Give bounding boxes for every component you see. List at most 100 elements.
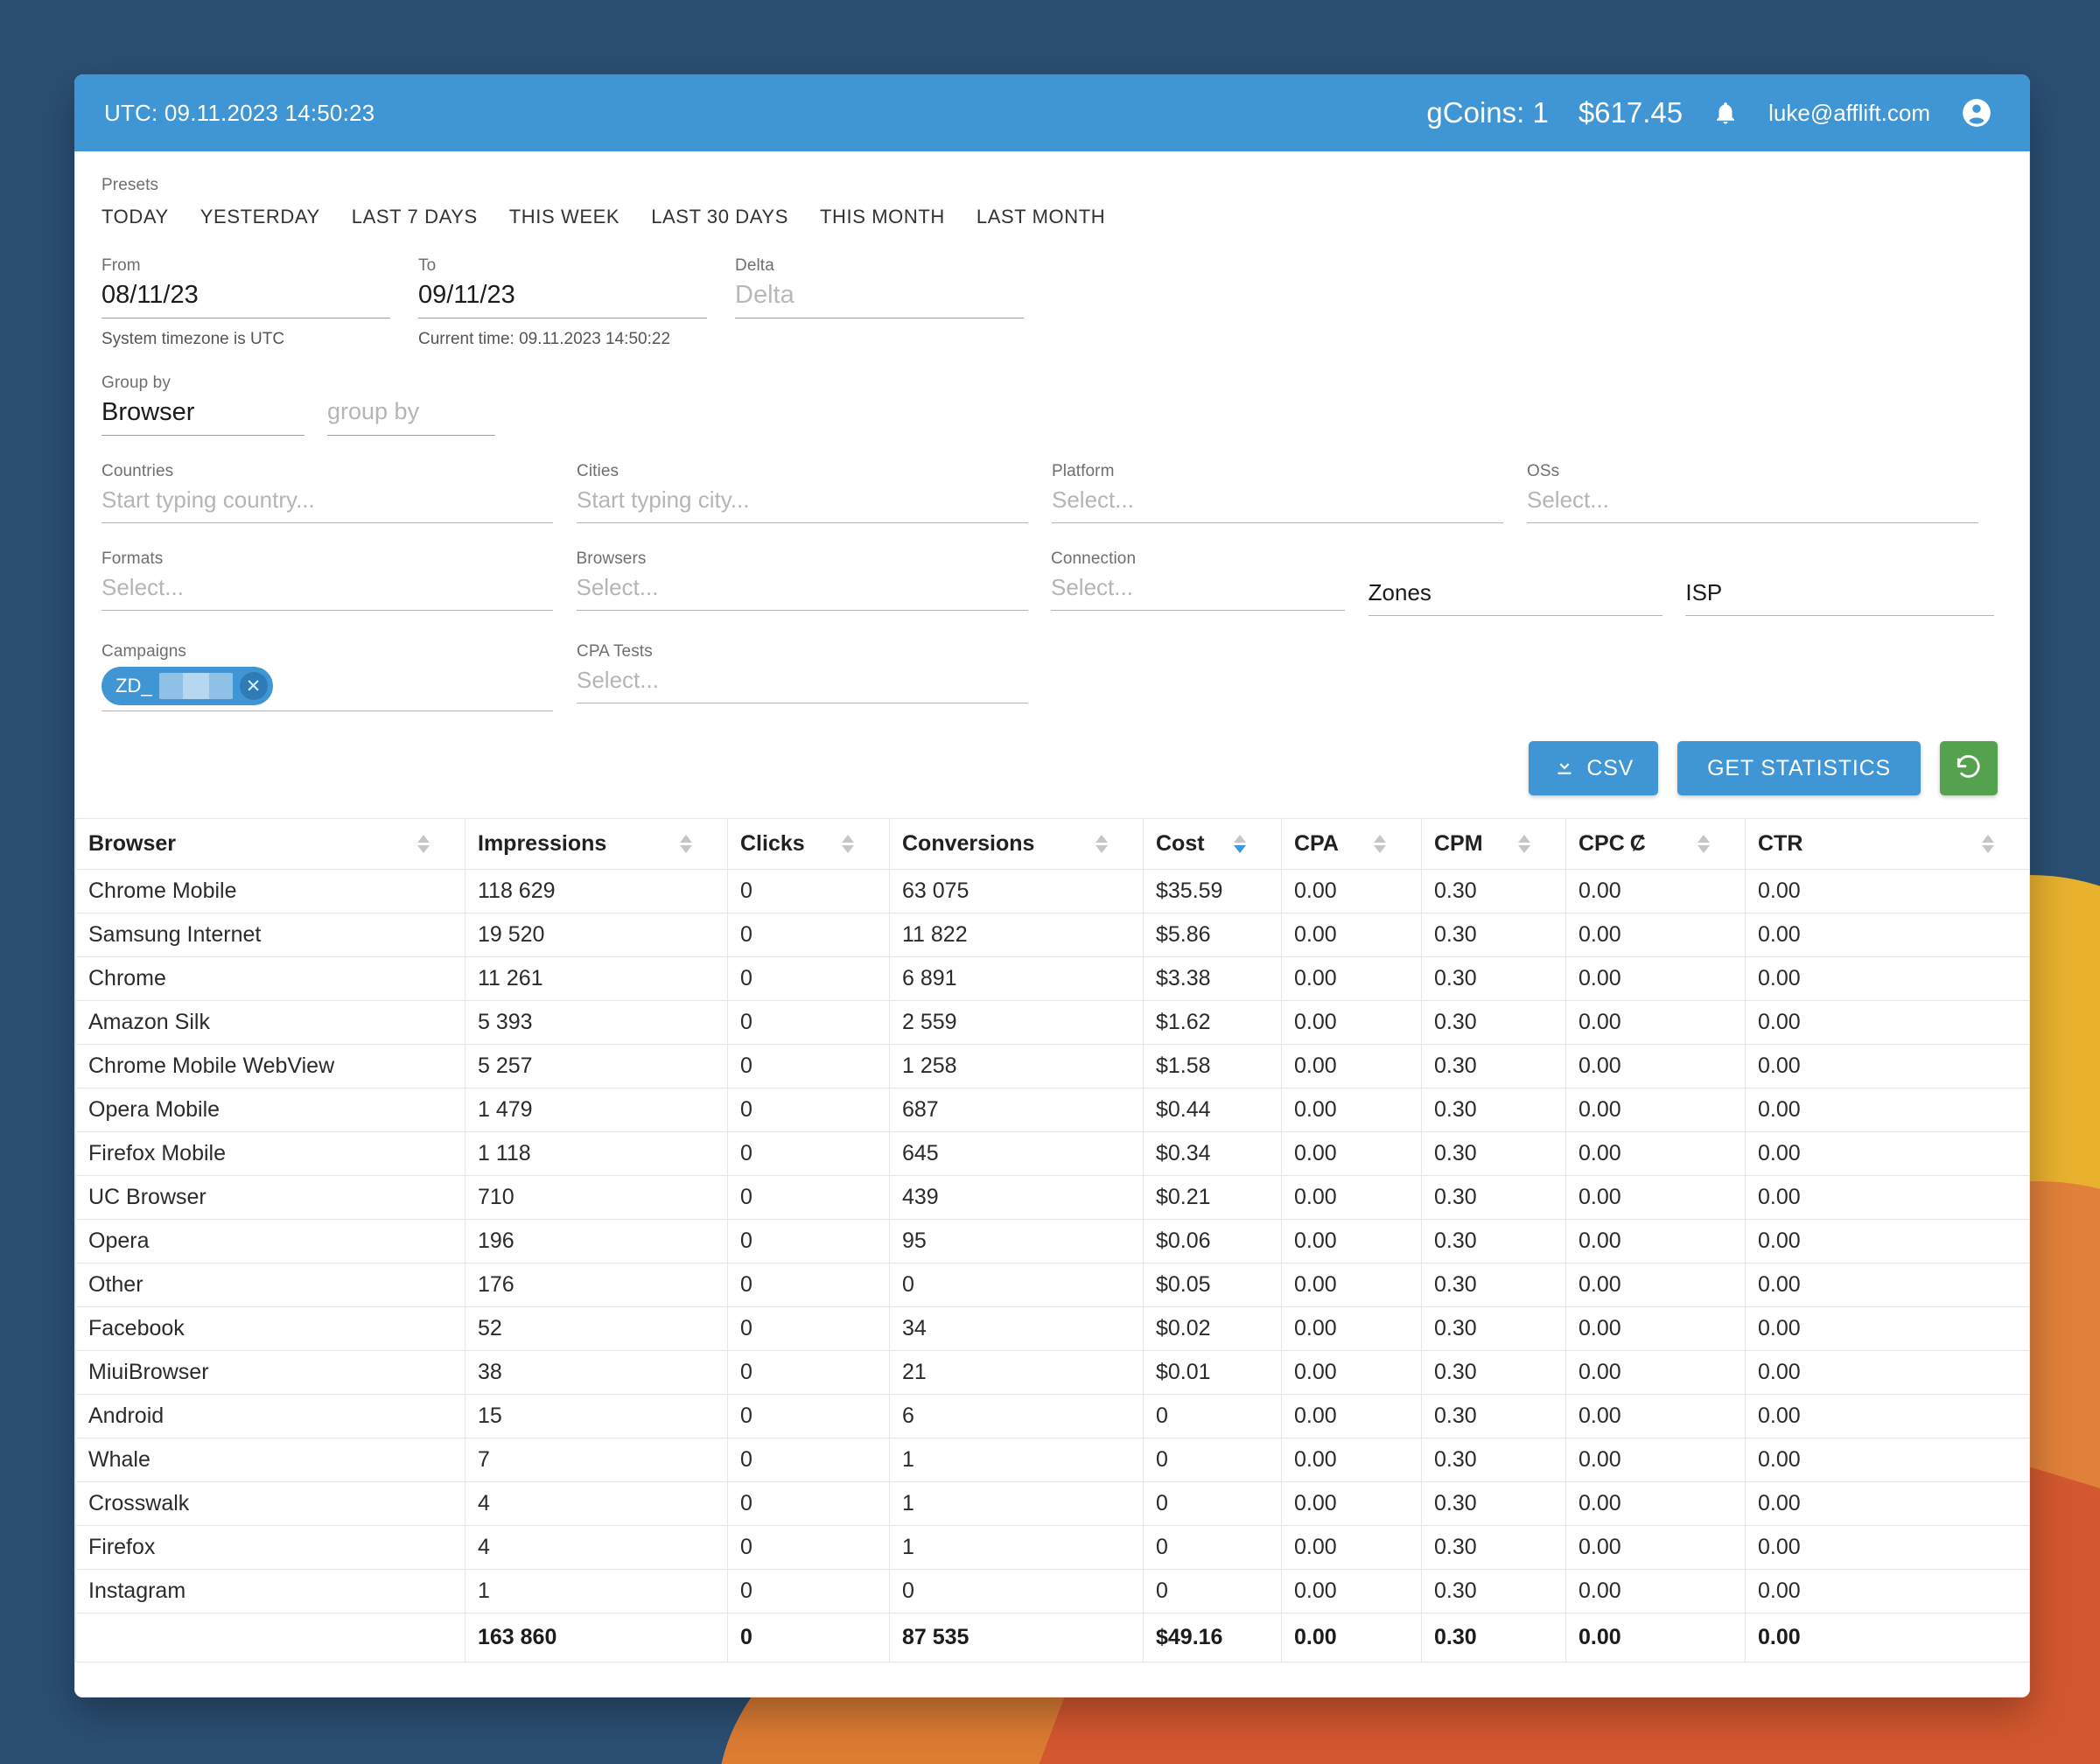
sort-arrows-cost[interactable] (1234, 835, 1246, 853)
group-by-primary-input[interactable]: Browser (102, 398, 304, 436)
isp-select[interactable]: ISP (1685, 579, 1995, 616)
table-row[interactable]: Opera Mobile 1 479 0 687 $0.44 0.00 0.30 0.00 0.… (75, 1088, 2030, 1132)
delta-input[interactable]: Delta (735, 281, 1024, 318)
campaign-chip[interactable]: ZD_ ✕ (102, 667, 273, 705)
col-header-cpm[interactable]: CPM (1421, 818, 1566, 870)
cell-clicks: 0 (727, 1350, 890, 1395)
col-header-cost[interactable]: Cost (1143, 818, 1282, 870)
connection-select[interactable]: Select... (1051, 574, 1345, 611)
to-input[interactable]: 09/11/23 (418, 281, 707, 318)
cell-conversions: 0 (889, 1263, 1144, 1307)
group-by-placeholder: group by (327, 398, 420, 424)
cell-ctr: 0.00 (1745, 1000, 2030, 1045)
formats-select[interactable]: Select... (102, 574, 553, 611)
col-header-cpa[interactable]: CPA (1281, 818, 1422, 870)
countries-input[interactable]: Start typing country... (102, 486, 553, 523)
cell-cpm: 0.30 (1421, 1263, 1566, 1307)
table-row[interactable]: Chrome 11 261 0 6 891 $3.38 0.00 0.30 0.00 0.00 (75, 956, 2030, 1001)
cell-browser: Firefox (75, 1525, 466, 1570)
account-balance[interactable]: $617.45 (1578, 96, 1683, 130)
cell-conversions: 6 (889, 1394, 1144, 1438)
formats-field-group: Formats Select... (102, 550, 577, 616)
refresh-button[interactable] (1940, 741, 1998, 795)
cell-cost: $0.34 (1143, 1131, 1282, 1176)
cell-ctr: 0.00 (1745, 1088, 2030, 1132)
group-by-secondary-input[interactable]: group by (327, 398, 495, 436)
table-row[interactable]: Whale 7 0 1 0 0.00 0.30 0.00 0.00 (75, 1438, 2030, 1482)
col-header-browser[interactable]: Browser (75, 818, 466, 870)
table-row[interactable]: Firefox Mobile 1 118 0 645 $0.34 0.00 0.30 0.00… (75, 1131, 2030, 1176)
oss-select[interactable]: Select... (1527, 486, 1978, 523)
table-row[interactable]: Instagram 1 0 0 0 0.00 0.30 0.00 0.00 (75, 1569, 2030, 1614)
col-header-impressions[interactable]: Impressions (465, 818, 728, 870)
platform-select[interactable]: Select... (1052, 486, 1503, 523)
table-row[interactable]: Android 15 0 6 0 0.00 0.30 0.00 0.00 (75, 1394, 2030, 1438)
table-row[interactable]: Samsung Internet 19 520 0 11 822 $5.86 0.00 0.… (75, 913, 2030, 957)
preset-today[interactable]: TODAY (102, 200, 185, 234)
campaign-chip-remove-icon[interactable]: ✕ (239, 672, 268, 700)
table-row[interactable]: Opera 196 0 95 $0.06 0.00 0.30 0.00 0.00 (75, 1219, 2030, 1264)
get-statistics-button[interactable]: GET STATISTICS (1677, 741, 1921, 795)
table-row[interactable]: UC Browser 710 0 439 $0.21 0.00 0.30 0.00 0.00 (75, 1175, 2030, 1220)
preset-last-month[interactable]: LAST MONTH (961, 200, 1121, 234)
sort-arrows-cpa[interactable] (1374, 835, 1386, 853)
preset-last-30-days[interactable]: LAST 30 DAYS (635, 200, 804, 234)
col-header-ctr[interactable]: CTR (1745, 818, 2030, 870)
utc-clock: UTC: 09.11.2023 14:50:23 (104, 99, 375, 126)
cell-conversions: 11 822 (889, 913, 1144, 957)
cities-input[interactable]: Start typing city... (577, 486, 1028, 523)
zones-select[interactable]: Zones (1368, 579, 1662, 616)
filter-row-2: Formats Select... Browsers Select... Con… (102, 550, 2003, 616)
table-row[interactable]: Facebook 52 0 34 $0.02 0.00 0.30 0.00 0.00 (75, 1306, 2030, 1351)
cell-impressions: 196 (465, 1219, 728, 1264)
cell-cpa: 0.00 (1281, 1131, 1422, 1176)
sort-arrows-cpc[interactable] (1698, 835, 1710, 853)
table-row[interactable]: Amazon Silk 5 393 0 2 559 $1.62 0.00 0.30 0.00 0… (75, 1000, 2030, 1045)
preset-this-week[interactable]: THIS WEEK (494, 200, 635, 234)
sort-arrows-browser[interactable] (417, 835, 430, 853)
col-header-cpc[interactable]: CPC Ȼ (1565, 818, 1746, 870)
delta-label: Delta (735, 256, 774, 275)
table-row[interactable]: Chrome Mobile 118 629 0 63 075 $35.59 0.00 0.3… (75, 869, 2030, 914)
preset-last-7-days[interactable]: LAST 7 DAYS (336, 200, 494, 234)
cell-conversions: 1 (889, 1481, 1144, 1526)
delta-placeholder: Delta (735, 281, 794, 309)
table-row[interactable]: Firefox 4 0 1 0 0.00 0.30 0.00 0.00 (75, 1525, 2030, 1570)
sort-arrows-conversions[interactable] (1096, 835, 1108, 853)
table-row[interactable]: Crosswalk 4 0 1 0 0.00 0.30 0.00 0.00 (75, 1481, 2030, 1526)
platform-label: Platform (1052, 462, 1115, 480)
account-circle-icon[interactable] (1960, 96, 1993, 130)
cell-conversions: 63 075 (889, 869, 1144, 914)
user-email[interactable]: luke@afflift.com (1768, 100, 1930, 127)
preset-yesterday[interactable]: YESTERDAY (185, 200, 336, 234)
table-row[interactable]: Chrome Mobile WebView 5 257 0 1 258 $1.58 0.0… (75, 1044, 2030, 1088)
cell-conversions: 6 891 (889, 956, 1144, 1001)
cell-cpa: 0.00 (1281, 1044, 1422, 1088)
col-header-clicks[interactable]: Clicks (727, 818, 890, 870)
from-input[interactable]: 08/11/23 (102, 281, 390, 318)
app-window: UTC: 09.11.2023 14:50:23 gCoins: 1 $617.… (74, 74, 2030, 1698)
campaigns-input[interactable]: ZD_ ✕ (102, 667, 553, 711)
cell-cpm: 0.30 (1421, 1481, 1566, 1526)
sort-arrows-clicks[interactable] (842, 835, 854, 853)
cell-cpm: 0.30 (1421, 1131, 1566, 1176)
from-value: 08/11/23 (102, 281, 199, 309)
cell-cpm: 0.30 (1421, 1438, 1566, 1482)
sort-arrows-impressions[interactable] (680, 835, 692, 853)
col-header-conversions[interactable]: Conversions (889, 818, 1144, 870)
sort-arrows-cpm[interactable] (1518, 835, 1530, 853)
total-cpa: 0.00 (1281, 1613, 1422, 1662)
preset-this-month[interactable]: THIS MONTH (804, 200, 961, 234)
browsers-select[interactable]: Select... (576, 574, 1028, 611)
sort-arrows-ctr[interactable] (1982, 835, 1994, 853)
bell-icon[interactable] (1712, 98, 1739, 128)
table-row[interactable]: MiuiBrowser 38 0 21 $0.01 0.00 0.30 0.00 0.00 (75, 1350, 2030, 1395)
cell-clicks: 0 (727, 1088, 890, 1132)
cpa-tests-select[interactable]: Select... (577, 667, 1028, 704)
cities-field-group: Cities Start typing city... (577, 462, 1052, 523)
cell-cost: 0 (1143, 1569, 1282, 1614)
table-row[interactable]: Other 176 0 0 $0.05 0.00 0.30 0.00 0.00 (75, 1263, 2030, 1307)
cell-cost: 0 (1143, 1525, 1282, 1570)
cell-cpc: 0.00 (1565, 1088, 1746, 1132)
csv-export-button[interactable]: CSV (1529, 741, 1659, 795)
